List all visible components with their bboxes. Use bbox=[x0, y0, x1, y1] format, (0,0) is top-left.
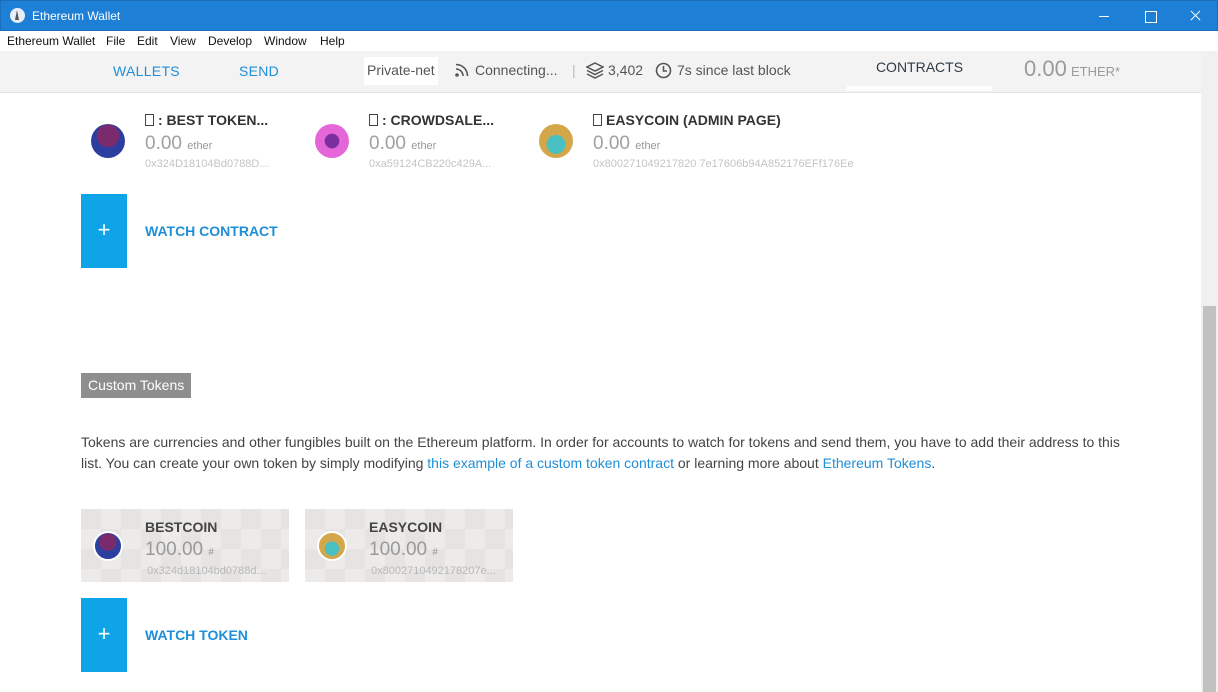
contract-amount: 0.00 bbox=[593, 133, 630, 154]
window-titlebar: Ethereum Wallet bbox=[0, 0, 1218, 31]
menu-item-edit[interactable]: Edit bbox=[137, 34, 158, 48]
status-separator: | bbox=[572, 62, 576, 78]
token-identicon bbox=[317, 531, 347, 561]
minimize-icon[interactable] bbox=[1081, 1, 1127, 31]
token-card[interactable]: BESTCOIN 100.00 # 0x324d18104bd0788d... bbox=[81, 509, 289, 582]
contract-unit: ether bbox=[411, 140, 437, 152]
scrollbar-thumb[interactable] bbox=[1203, 306, 1216, 692]
contract-address: 0x800271049217820 7e17606b94A852176EFf17… bbox=[593, 158, 854, 170]
block-number: 3,402 bbox=[608, 62, 644, 78]
layers-icon bbox=[585, 62, 605, 82]
total-balance: 0.00 bbox=[1024, 56, 1067, 81]
menu-item-window[interactable]: Window bbox=[264, 34, 307, 48]
desc-text-2: or learning more about bbox=[673, 455, 823, 471]
window-title: Ethereum Wallet bbox=[32, 9, 121, 23]
token-card[interactable]: EASYCOIN 100.00 # 0x8002710492178207e... bbox=[305, 509, 513, 582]
close-icon[interactable] bbox=[1173, 1, 1218, 31]
menu-bar: Ethereum Wallet File Edit View Develop W… bbox=[0, 31, 1218, 51]
contract-item[interactable]: EASYCOIN (ADMIN PAGE) 0.00 ether 0x80027… bbox=[529, 110, 859, 174]
maximize-icon[interactable] bbox=[1127, 1, 1173, 31]
wallet-header: WALLETS SEND Private-net Connecting... |… bbox=[0, 51, 1201, 93]
contract-item[interactable]: : BEST TOKEN... 0.00 ether 0x324D18104Bd… bbox=[81, 110, 291, 174]
nav-wallets[interactable]: WALLETS bbox=[113, 63, 180, 79]
contract-balance: 0.00 ether bbox=[145, 133, 212, 155]
custom-tokens-description: Tokens are currencies and other fungible… bbox=[81, 432, 1131, 474]
token-name: EASYCOIN bbox=[369, 519, 443, 535]
contract-amount: 0.00 bbox=[369, 133, 406, 154]
watch-contract-plus-button[interactable]: + bbox=[81, 194, 127, 268]
menu-item-file[interactable]: File bbox=[106, 34, 125, 48]
watch-token-button[interactable]: WATCH TOKEN bbox=[145, 627, 248, 643]
contract-name: EASYCOIN (ADMIN PAGE) bbox=[593, 112, 781, 128]
clock-icon bbox=[655, 62, 672, 82]
contract-name-text: : CROWDSALE... bbox=[382, 112, 494, 128]
token-balance: 100.00 # bbox=[145, 539, 214, 561]
document-icon bbox=[145, 114, 154, 126]
menu-item-ethereum-wallet[interactable]: Ethereum Wallet bbox=[7, 34, 95, 48]
contract-balance: 0.00 ether bbox=[593, 133, 660, 155]
contract-name-text: EASYCOIN (ADMIN PAGE) bbox=[606, 112, 781, 128]
menu-item-develop[interactable]: Develop bbox=[208, 34, 252, 48]
token-identicon bbox=[93, 531, 123, 561]
ethereum-tokens-link[interactable]: Ethereum Tokens bbox=[823, 455, 932, 471]
last-block-time: 7s since last block bbox=[677, 62, 791, 78]
contract-address: 0xa59124CB220c429A... bbox=[369, 158, 492, 170]
connection-status: Connecting... bbox=[475, 62, 558, 78]
rss-icon bbox=[454, 62, 470, 81]
token-symbol: # bbox=[432, 547, 438, 558]
contracts-page: : BEST TOKEN... 0.00 ether 0x324D18104Bd… bbox=[0, 94, 1201, 692]
network-badge: Private-net bbox=[364, 57, 438, 85]
contract-name: : BEST TOKEN... bbox=[145, 112, 268, 128]
token-address: 0x324d18104bd0788d... bbox=[147, 565, 266, 577]
document-icon bbox=[593, 114, 602, 126]
token-name: BESTCOIN bbox=[145, 519, 218, 535]
custom-token-example-link[interactable]: this example of a custom token contract bbox=[427, 455, 674, 471]
contract-amount: 0.00 bbox=[145, 133, 182, 154]
custom-tokens-heading: Custom Tokens bbox=[81, 373, 192, 398]
balance-unit: ETHER* bbox=[1071, 64, 1121, 79]
desc-text-3: . bbox=[931, 455, 936, 471]
token-balance: 100.00 # bbox=[369, 539, 438, 561]
token-amount: 100.00 bbox=[145, 539, 204, 560]
token-amount: 100.00 bbox=[369, 539, 428, 560]
token-symbol: # bbox=[208, 547, 214, 558]
vertical-scrollbar[interactable] bbox=[1201, 51, 1218, 692]
contract-name-text: : BEST TOKEN... bbox=[158, 112, 269, 128]
nav-contracts[interactable]: CONTRACTS bbox=[847, 51, 992, 91]
ethereum-app-icon bbox=[10, 8, 25, 23]
contract-unit: ether bbox=[187, 140, 213, 152]
watch-contract-button[interactable]: WATCH CONTRACT bbox=[145, 223, 278, 239]
menu-item-view[interactable]: View bbox=[170, 34, 196, 48]
document-icon bbox=[369, 114, 378, 126]
contract-item[interactable]: : CROWDSALE... 0.00 ether 0xa59124CB220c… bbox=[305, 110, 515, 174]
contract-identicon bbox=[315, 124, 349, 158]
token-address: 0x8002710492178207e... bbox=[371, 565, 496, 577]
contract-identicon bbox=[91, 124, 125, 158]
contract-unit: ether bbox=[635, 140, 661, 152]
contract-name: : CROWDSALE... bbox=[369, 112, 494, 128]
watch-token-plus-button[interactable]: + bbox=[81, 598, 127, 672]
nav-send[interactable]: SEND bbox=[239, 63, 279, 79]
contract-identicon bbox=[539, 124, 573, 158]
contract-address: 0x324D18104Bd0788D... bbox=[145, 158, 269, 170]
menu-item-help[interactable]: Help bbox=[320, 34, 345, 48]
contract-balance: 0.00 ether bbox=[369, 133, 436, 155]
